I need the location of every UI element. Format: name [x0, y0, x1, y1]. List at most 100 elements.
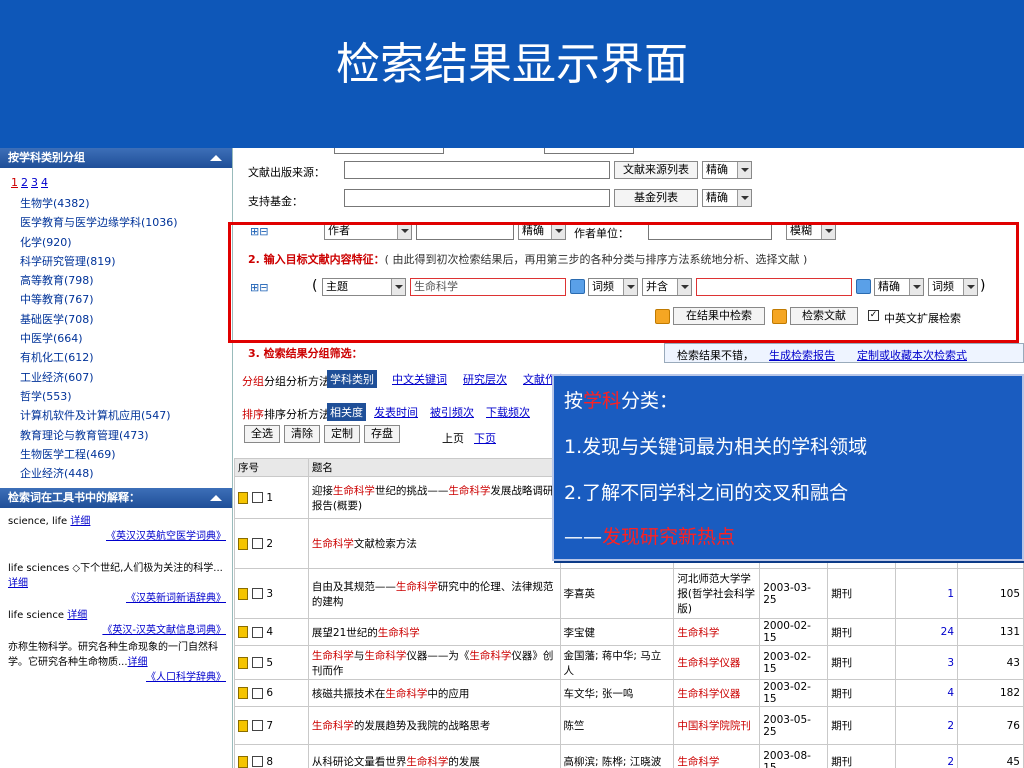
source-match-select[interactable]: 精确 [702, 161, 752, 179]
row-title[interactable]: 核磁共振技术在生命科学中的应用 [307, 679, 561, 707]
sort-active-tab[interactable]: 相关度 [327, 403, 366, 421]
subject-group-header[interactable]: 按学科类别分组 [0, 148, 232, 168]
gen-report-link[interactable]: 生成检索报告 [769, 347, 835, 363]
subject-item[interactable]: 中医学(664) [0, 329, 232, 348]
customize-link[interactable]: 定制或收藏本次检索式 [857, 347, 967, 363]
fund-match-select[interactable]: 精确 [702, 189, 752, 207]
subject-item[interactable]: 生物学(4382) [0, 194, 232, 213]
row-title[interactable]: 迎接生命科学世纪的挑战——生命科学发展战略调研报告(概要) [307, 476, 561, 519]
row-source[interactable]: 河北师范大学学报(哲学社会科学版) [673, 568, 761, 619]
collapse-icon[interactable] [210, 495, 222, 502]
cut-off-input[interactable] [334, 148, 444, 154]
document-icon[interactable] [238, 719, 248, 732]
subject-item[interactable]: 基础医学(708) [0, 310, 232, 329]
sort-link[interactable]: 被引频次 [430, 404, 474, 420]
dictionary-source[interactable]: 《汉英新词新语辞典》 [126, 593, 226, 604]
dictionary-source[interactable]: 《英汉汉英航空医学词典》 [106, 531, 226, 542]
subject-item[interactable]: 中等教育(767) [0, 290, 232, 309]
subject-item[interactable]: 有机化工(612) [0, 348, 232, 367]
row-cited[interactable]: 3 [895, 645, 959, 680]
row-cited[interactable]: 24 [895, 618, 959, 646]
row-cited[interactable]: 2 [895, 706, 959, 745]
group-link[interactable]: 研究层次 [463, 371, 507, 387]
subject-item[interactable]: 科学研究管理(819) [0, 252, 232, 271]
source-input[interactable] [344, 161, 610, 179]
row-author[interactable]: 车文华; 张一鸣 [559, 679, 675, 707]
next-page-link[interactable]: 下页 [474, 430, 496, 446]
row-checkbox[interactable] [252, 657, 263, 668]
dictionary-header[interactable]: 检索词在工具书中的解释： [0, 488, 232, 509]
collapse-icon[interactable] [210, 155, 222, 161]
group-active-tab[interactable]: 学科类别 [327, 370, 377, 388]
subject-item[interactable]: 工业经济(607) [0, 368, 232, 387]
page-link-2[interactable]: 2 [21, 176, 28, 189]
detail-link[interactable]: 详细 [8, 578, 28, 589]
clear-button[interactable]: 清除 [284, 425, 320, 443]
row-title[interactable]: 生命科学文献检索方法 [307, 518, 561, 569]
row-source[interactable]: 生命科学 [673, 618, 761, 646]
cut-off-input[interactable] [544, 148, 634, 154]
row-author[interactable]: 金国藩; 蒋中华; 马立人 [559, 645, 675, 680]
fund-list-button[interactable]: 基金列表 [614, 189, 698, 207]
row-author[interactable]: 李喜英 [559, 568, 675, 619]
subject-item[interactable]: 医学教育与医学边缘学科(1036) [0, 213, 232, 232]
custom-button[interactable]: 定制 [324, 425, 360, 443]
document-icon[interactable] [238, 687, 248, 699]
document-icon[interactable] [238, 587, 248, 600]
row-source[interactable]: 生命科学 [673, 744, 761, 768]
document-icon[interactable] [238, 491, 248, 504]
row-author[interactable]: 陈竺 [559, 706, 675, 745]
page-link-3[interactable]: 3 [31, 176, 38, 189]
subject-item[interactable]: 化学(920) [0, 233, 232, 252]
row-title[interactable]: 自由及其规范——生命科学研究中的伦理、法律规范的建构 [307, 568, 561, 619]
row-cited[interactable]: 2 [895, 744, 959, 768]
dropdown-arrow-icon[interactable] [737, 162, 751, 178]
row-checkbox[interactable] [252, 626, 263, 638]
detail-link[interactable]: 详细 [67, 610, 87, 621]
source-list-button[interactable]: 文献来源列表 [614, 161, 698, 179]
row-title[interactable]: 从科研论文量看世界生命科学的发展 [307, 744, 561, 768]
sort-link[interactable]: 发表时间 [374, 404, 418, 420]
row-checkbox[interactable] [252, 588, 263, 599]
document-icon[interactable] [238, 626, 248, 638]
row-source[interactable]: 生命科学仪器 [673, 679, 761, 707]
row-title[interactable]: 生命科学的发展趋势及我院的战略思考 [307, 706, 561, 745]
row-checkbox[interactable] [252, 492, 263, 503]
row-title[interactable]: 展望21世纪的生命科学 [307, 618, 561, 646]
select-all-button[interactable]: 全选 [244, 425, 280, 443]
row-cited[interactable]: 4 [895, 679, 959, 707]
subject-item[interactable]: 教育理论与教育管理(473) [0, 426, 232, 445]
dictionary-source[interactable]: 《人口科学辞典》 [146, 672, 226, 683]
row-source[interactable]: 生命科学仪器 [673, 645, 761, 680]
detail-link[interactable]: 详细 [70, 516, 90, 527]
fund-label: 支持基金： [248, 195, 303, 208]
save-button[interactable]: 存盘 [364, 425, 400, 443]
row-title[interactable]: 生命科学与生命科学仪器——为《生命科学仪器》创刊而作 [307, 645, 561, 680]
document-icon[interactable] [238, 755, 248, 768]
prev-page[interactable]: 上页 [442, 430, 464, 446]
document-icon[interactable] [238, 656, 248, 669]
dictionary-source[interactable]: 《英汉-汉英文献信息词典》 [102, 625, 226, 636]
row-checkbox[interactable] [252, 756, 263, 767]
document-icon[interactable] [238, 537, 248, 550]
subject-item[interactable]: 生物医学工程(469) [0, 445, 232, 464]
group-link[interactable]: 中文关键词 [392, 371, 447, 387]
subject-item[interactable]: 高等教育(798) [0, 271, 232, 290]
row-cited[interactable]: 1 [895, 568, 959, 619]
subject-item[interactable]: 哲学(553) [0, 387, 232, 406]
row-checkbox[interactable] [252, 687, 263, 699]
fund-input[interactable] [344, 189, 610, 207]
row-author[interactable]: 高柳滨; 陈桦; 江晓波 [559, 744, 675, 768]
subject-item[interactable]: 企业经济(448) [0, 464, 232, 483]
subject-item[interactable]: 计算机软件及计算机应用(547) [0, 406, 232, 425]
detail-link[interactable]: 详细 [128, 657, 148, 668]
sort-link[interactable]: 下载频次 [486, 404, 530, 420]
dropdown-arrow-icon[interactable] [737, 190, 751, 206]
row-author[interactable]: 李宝健 [559, 618, 675, 646]
row-source[interactable]: 中国科学院院刊 [673, 706, 761, 745]
page-link-4[interactable]: 4 [41, 176, 48, 189]
table-row: 3 自由及其规范——生命科学研究中的伦理、法律规范的建构 李喜英 河北师范大学学… [234, 568, 1024, 619]
page-link-1[interactable]: 1 [11, 176, 18, 189]
row-checkbox[interactable] [252, 538, 263, 549]
row-checkbox[interactable] [252, 720, 263, 731]
